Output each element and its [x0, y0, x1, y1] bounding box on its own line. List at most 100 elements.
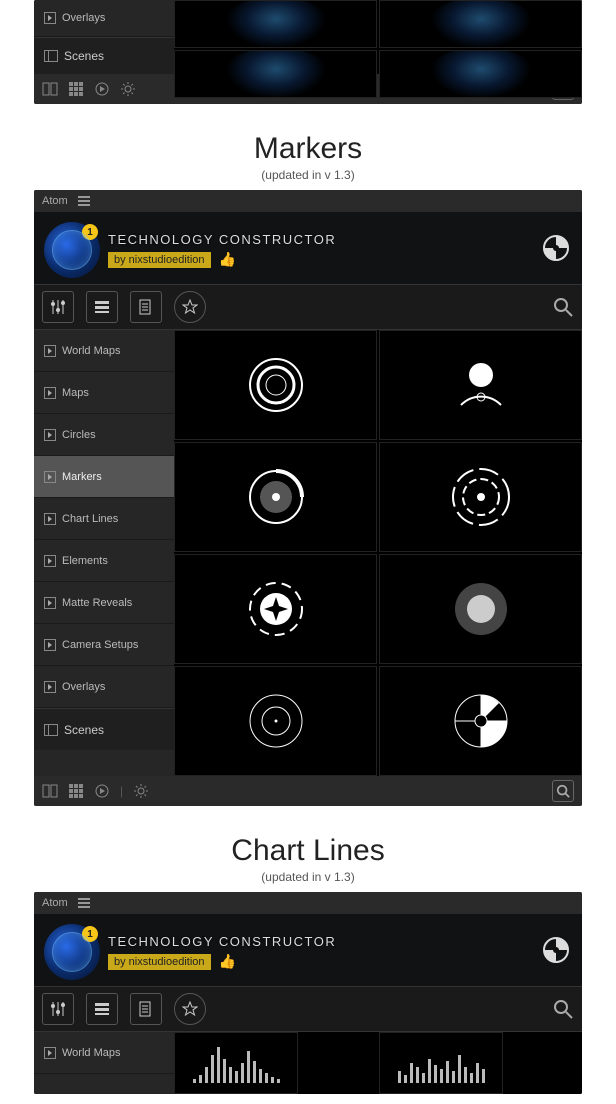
sliders-icon — [49, 1000, 67, 1018]
target-icon[interactable] — [542, 234, 570, 262]
sliders-button[interactable] — [42, 993, 74, 1025]
panel-titlebar: Atom — [34, 190, 582, 212]
brand-header: 1 TECHNOLOGY CONSTRUCTOR by nixstudioedi… — [34, 914, 582, 986]
sidebar-item-chart-lines[interactable]: Chart Lines — [34, 498, 174, 540]
sidebar-item-label: Chart Lines — [62, 513, 118, 525]
sidebar-item-label: Overlays — [62, 12, 105, 24]
grid-icon[interactable] — [68, 783, 84, 799]
notification-badge: 1 — [82, 926, 98, 942]
thumbnail[interactable] — [174, 1032, 298, 1094]
sidebar-item-label: Maps — [62, 387, 89, 399]
play-icon — [44, 387, 56, 399]
equalizer-graphic — [398, 1043, 485, 1083]
sidebar-item-label: Camera Setups — [62, 639, 138, 651]
section-subtitle-chartlines: (updated in v 1.3) — [0, 870, 616, 884]
play-icon — [44, 639, 56, 651]
marker-graphic — [244, 465, 308, 529]
brand-logo: 1 — [44, 924, 100, 980]
star-button[interactable] — [174, 993, 206, 1025]
play-circle-icon[interactable] — [94, 783, 110, 799]
gear-icon[interactable] — [133, 783, 149, 799]
document-button[interactable] — [130, 993, 162, 1025]
list-button[interactable] — [86, 993, 118, 1025]
sliders-button[interactable] — [42, 291, 74, 323]
star-button[interactable] — [174, 291, 206, 323]
section-title-markers: Markers — [0, 132, 616, 166]
thumbnail[interactable] — [379, 50, 582, 98]
sidebar-item-world-maps[interactable]: World Maps — [34, 330, 174, 372]
sidebar: World Maps Maps Circles Markers Chart Li… — [34, 330, 174, 776]
marker-graphic — [449, 465, 513, 529]
sidebar-item-overlays[interactable]: Overlays — [34, 666, 174, 708]
search-button[interactable] — [552, 780, 574, 802]
document-button[interactable] — [130, 291, 162, 323]
panel-title-text: Atom — [42, 195, 68, 207]
star-icon — [182, 299, 198, 315]
sidebar-scenes[interactable]: Scenes — [34, 37, 174, 74]
play-icon — [44, 597, 56, 609]
layout-columns-icon[interactable] — [42, 81, 58, 97]
play-icon — [44, 555, 56, 567]
sidebar-item-circles[interactable]: Circles — [34, 414, 174, 456]
scenes-icon — [44, 50, 58, 62]
notification-badge: 1 — [82, 224, 98, 240]
thumbnail[interactable] — [174, 666, 377, 776]
thumbnail[interactable] — [379, 666, 582, 776]
layout-columns-icon[interactable] — [42, 783, 58, 799]
list-icon — [93, 298, 111, 316]
sidebar-item-matte-reveals[interactable]: Matte Reveals — [34, 582, 174, 624]
play-icon — [44, 12, 56, 24]
thumbnail[interactable] — [379, 0, 582, 48]
thumbnail[interactable] — [174, 330, 377, 440]
brand-logo: 1 — [44, 222, 100, 278]
thumbnail[interactable] — [379, 330, 582, 440]
play-circle-icon[interactable] — [94, 81, 110, 97]
brand-title: TECHNOLOGY CONSTRUCTOR — [108, 934, 336, 949]
thumbnail[interactable] — [379, 442, 582, 552]
scenes-label: Scenes — [64, 49, 104, 63]
thumbs-up-icon[interactable]: 👍 — [219, 953, 236, 970]
marker-graphic — [449, 353, 513, 417]
panel-bottom-bar: | — [34, 776, 582, 806]
thumbnail[interactable] — [379, 554, 582, 664]
sidebar-item-world-maps[interactable]: World Maps — [34, 1032, 174, 1074]
target-icon[interactable] — [542, 936, 570, 964]
search-icon[interactable] — [552, 998, 574, 1020]
sidebar-item-camera-setups[interactable]: Camera Setups — [34, 624, 174, 666]
document-icon — [137, 298, 155, 316]
sidebar-item-label: Overlays — [62, 681, 105, 693]
brand-author-tag: by nixstudioedition — [108, 252, 211, 268]
brand-title: TECHNOLOGY CONSTRUCTOR — [108, 232, 336, 247]
marker-graphic — [244, 353, 308, 417]
document-icon — [137, 1000, 155, 1018]
grid-icon[interactable] — [68, 81, 84, 97]
panel-title-text: Atom — [42, 897, 68, 909]
menu-icon[interactable] — [78, 196, 90, 206]
sidebar-item-overlays[interactable]: Overlays — [34, 0, 174, 37]
panel-titlebar: Atom — [34, 892, 582, 914]
marker-graphic — [244, 577, 308, 641]
menu-icon[interactable] — [78, 898, 90, 908]
search-icon[interactable] — [552, 296, 574, 318]
section-title-chartlines: Chart Lines — [0, 834, 616, 868]
panel-fragment-top: Overlays Scenes — [34, 0, 582, 104]
sidebar-item-maps[interactable]: Maps — [34, 372, 174, 414]
sidebar-scenes[interactable]: Scenes — [34, 708, 174, 750]
thumbnail[interactable] — [174, 442, 377, 552]
sidebar-item-elements[interactable]: Elements — [34, 540, 174, 582]
sidebar-item-label: World Maps — [62, 345, 120, 357]
thumbnail[interactable] — [174, 50, 377, 98]
thumbnail[interactable] — [174, 554, 377, 664]
gear-icon[interactable] — [120, 81, 136, 97]
scenes-label: Scenes — [64, 723, 104, 737]
thumbnail[interactable] — [379, 1032, 503, 1094]
sidebar-item-markers[interactable]: Markers — [34, 456, 174, 498]
thumbnail[interactable] — [174, 0, 377, 48]
scenes-icon — [44, 724, 58, 736]
sidebar-item-label: Circles — [62, 429, 96, 441]
marker-graphic — [449, 689, 513, 753]
play-icon — [44, 1047, 56, 1059]
toolbar — [34, 284, 582, 330]
thumbs-up-icon[interactable]: 👍 — [219, 251, 236, 268]
list-button[interactable] — [86, 291, 118, 323]
